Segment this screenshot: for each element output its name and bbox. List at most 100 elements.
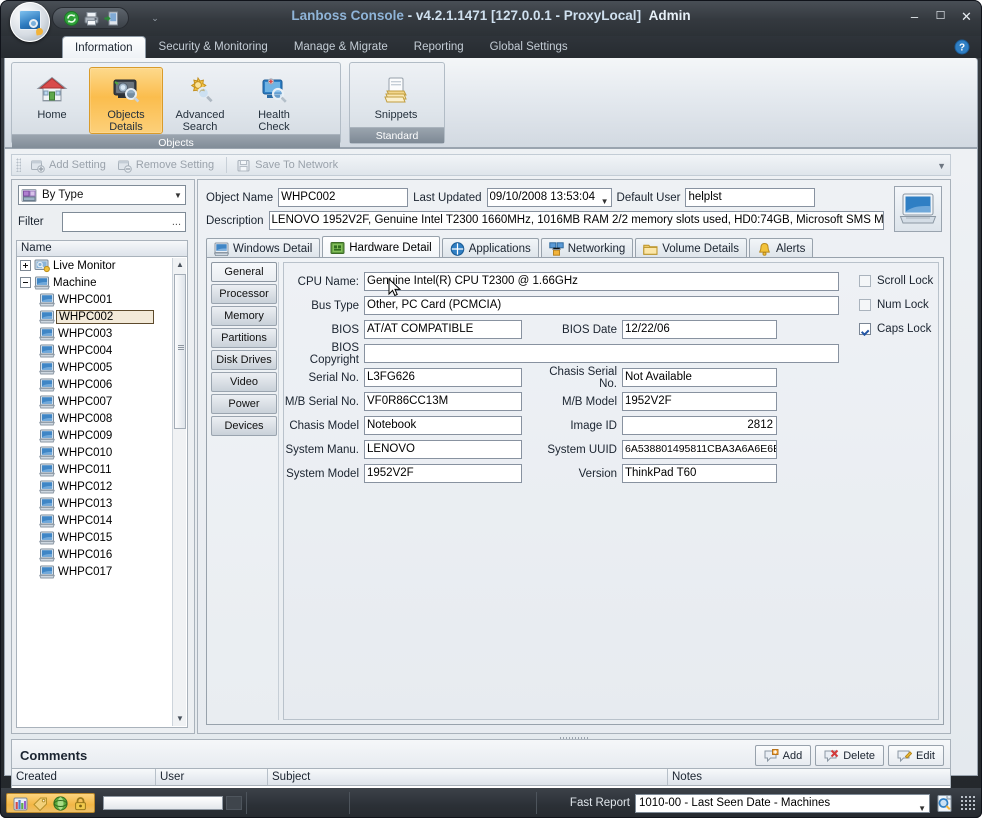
side-tab-devices[interactable]: Devices (211, 416, 277, 436)
tab-global-settings[interactable]: Global Settings (477, 36, 581, 58)
filter-input[interactable]: ... (62, 212, 186, 232)
object-tree[interactable]: Live Monitor Machine WHPC001 WHPC002 WHP… (16, 257, 188, 728)
ribbon-button-health-check[interactable]: Health Check (237, 67, 311, 134)
side-tab-disk-drives[interactable]: Disk Drives (211, 350, 277, 370)
tab-manage-migrate[interactable]: Manage & Migrate (281, 36, 401, 58)
tab-applications[interactable]: Applications (441, 238, 539, 258)
system-manu-input[interactable]: LENOVO (364, 440, 522, 459)
last-updated-input[interactable]: 09/10/2008 13:53:04 ▼ (486, 188, 612, 207)
save-to-network-button[interactable]: Save To Network (233, 157, 344, 174)
minimize-button[interactable]: – (907, 9, 922, 24)
tree-node-whpc015[interactable]: WHPC015 (17, 529, 187, 546)
tree-node-whpc009[interactable]: WHPC009 (17, 427, 187, 444)
tree-node-whpc011[interactable]: WHPC011 (17, 461, 187, 478)
tree-scrollbar[interactable]: ▲ ▼ (172, 258, 186, 726)
bios-input[interactable]: AT/AT COMPATIBLE (364, 320, 522, 339)
image-id-input[interactable]: 2812 (622, 416, 777, 435)
lock-icon[interactable] (72, 795, 89, 812)
bios-copyright-input[interactable] (364, 344, 839, 363)
tree-node-whpc010[interactable]: WHPC010 (17, 444, 187, 461)
edit-comment-button[interactable]: Edit (888, 745, 944, 766)
cpu-name-input[interactable]: Genuine Intel(R) CPU T2300 @ 1.66GHz (364, 272, 839, 291)
tab-security-monitoring[interactable]: Security & Monitoring (146, 36, 281, 58)
column-header-created[interactable]: Created (12, 769, 156, 785)
tab-volume-details[interactable]: Volume Details (635, 238, 747, 258)
report-search-icon[interactable] (935, 794, 955, 813)
mb-model-input[interactable]: 1952V2F (622, 392, 777, 411)
expander-plus-icon[interactable] (20, 260, 31, 271)
grouping-combo[interactable]: By Type ▼ (18, 185, 186, 205)
tree-node-whpc016[interactable]: WHPC016 (17, 546, 187, 563)
scroll-down-icon[interactable]: ▼ (173, 712, 187, 726)
serial-no-input[interactable]: L3FG626 (364, 368, 522, 387)
bus-type-input[interactable]: Other, PC Card (PCMCIA) (364, 296, 839, 315)
tree-node-whpc013[interactable]: WHPC013 (17, 495, 187, 512)
checkbox-scroll-lock[interactable]: Scroll Lock (859, 275, 933, 287)
tree-node-whpc005[interactable]: WHPC005 (17, 359, 187, 376)
chasis-serial-no-input[interactable]: Not Available (622, 368, 777, 387)
tree-node-whpc006[interactable]: WHPC006 (17, 376, 187, 393)
add-setting-button[interactable]: Add Setting (27, 157, 112, 174)
tree-node-whpc003[interactable]: WHPC003 (17, 325, 187, 342)
expander-minus-icon[interactable] (20, 277, 31, 288)
caps-lock-checkbox[interactable] (859, 323, 871, 335)
side-tab-processor[interactable]: Processor (211, 284, 277, 304)
fast-report-combo[interactable]: 1010-00 - Last Seen Date - Machines ▼ (635, 793, 930, 813)
tree-node-whpc001[interactable]: WHPC001 (17, 291, 187, 308)
version-input[interactable]: ThinkPad T60 (622, 464, 777, 483)
tree-node-whpc012[interactable]: WHPC012 (17, 478, 187, 495)
delete-comment-button[interactable]: Delete (815, 745, 885, 766)
command-bar-overflow-chevron[interactable]: ▼ (937, 161, 946, 171)
mb-serial-no-input[interactable]: VF0R86CC13M (364, 392, 522, 411)
num-lock-checkbox[interactable] (859, 299, 871, 311)
side-tab-general[interactable]: General (211, 262, 277, 282)
tag-icon[interactable] (32, 795, 49, 812)
tree-node-whpc017[interactable]: WHPC017 (17, 563, 187, 580)
scroll-lock-checkbox[interactable] (859, 275, 871, 287)
tree-scrollbar-thumb[interactable] (174, 274, 186, 429)
column-header-user[interactable]: User (156, 769, 268, 785)
side-tab-memory[interactable]: Memory (211, 306, 277, 326)
tree-node-machine[interactable]: Machine (17, 274, 187, 291)
bios-date-input[interactable]: 12/22/06 (622, 320, 777, 339)
resize-grip-icon[interactable] (960, 795, 976, 811)
tree-node-whpc004[interactable]: WHPC004 (17, 342, 187, 359)
system-uuid-input[interactable]: 6A538801495811CBA3A6A6E6EC39DE5C (622, 440, 777, 459)
description-input[interactable]: LENOVO 1952V2F, Genuine Intel T2300 1660… (268, 211, 884, 230)
ribbon-button-objects-details[interactable]: Objects Details (89, 67, 163, 134)
database-icon[interactable] (12, 795, 29, 812)
tab-hardware-detail[interactable]: Hardware Detail (322, 236, 440, 258)
app-logo-icon[interactable] (10, 2, 50, 42)
command-bar-grip[interactable] (16, 158, 21, 172)
tree-node-live-monitor[interactable]: Live Monitor (17, 257, 187, 274)
close-button[interactable]: ✕ (959, 9, 974, 24)
ribbon-button-snippets[interactable]: Snippets (353, 67, 439, 122)
tree-node-whpc007[interactable]: WHPC007 (17, 393, 187, 410)
scroll-up-icon[interactable]: ▲ (173, 258, 187, 272)
filter-ellipsis-button[interactable]: ... (172, 216, 181, 228)
tree-node-whpc008[interactable]: WHPC008 (17, 410, 187, 427)
tab-reporting[interactable]: Reporting (401, 36, 477, 58)
checkbox-caps-lock[interactable]: Caps Lock (859, 323, 931, 335)
object-name-input[interactable]: WHPC002 (278, 188, 409, 207)
system-model-input[interactable]: 1952V2F (364, 464, 522, 483)
leaf-icon[interactable] (52, 795, 69, 812)
default-user-input[interactable]: helplst (685, 188, 816, 207)
last-updated-spinner-icon[interactable]: ▼ (601, 193, 609, 206)
chasis-model-input[interactable]: Notebook (364, 416, 522, 435)
column-header-subject[interactable]: Subject (268, 769, 668, 785)
side-tab-partitions[interactable]: Partitions (211, 328, 277, 348)
tab-information[interactable]: Information (62, 36, 146, 58)
tab-windows-detail[interactable]: Windows Detail (206, 238, 321, 258)
tree-column-header-name[interactable]: Name (16, 240, 188, 257)
column-header-notes[interactable]: Notes (668, 769, 950, 785)
tab-networking[interactable]: Networking (540, 238, 634, 258)
add-comment-button[interactable]: Add (754, 745, 812, 766)
help-icon[interactable]: ? (954, 39, 970, 55)
ribbon-button-home[interactable]: Home (15, 67, 89, 122)
side-tab-power[interactable]: Power (211, 394, 277, 414)
ribbon-button-advanced-search[interactable]: Advanced Search (163, 67, 237, 134)
remove-setting-button[interactable]: Remove Setting (114, 157, 220, 174)
side-tab-video[interactable]: Video (211, 372, 277, 392)
tree-node-whpc002[interactable]: WHPC002 (17, 308, 187, 325)
